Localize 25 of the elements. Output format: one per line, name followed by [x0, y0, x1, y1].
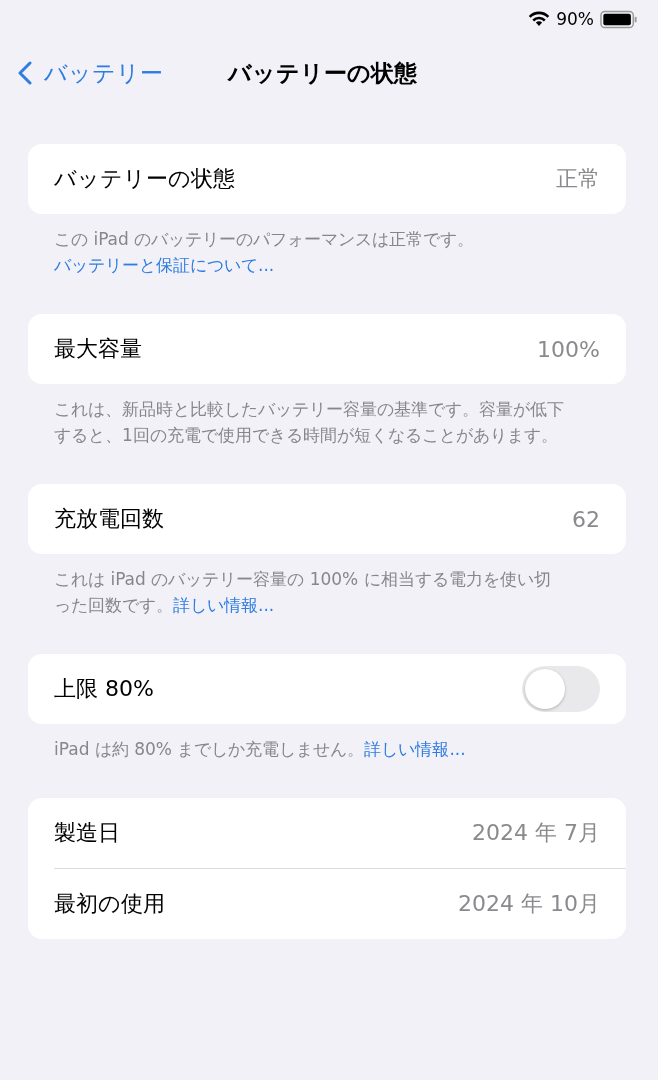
row-label: 充放電回数 [54, 505, 164, 533]
back-button[interactable]: バッテリー [0, 57, 163, 89]
row-value: 100% [537, 336, 600, 362]
wifi-icon [528, 11, 551, 27]
row-label: 上限 80% [54, 675, 154, 703]
footer-note: これは、新品時と比較したバッテリー容量の基準です。容量が低下すると、1回の充電で使用できる時間が短くなることがあります。 [54, 398, 565, 447]
footer-note: これは iPad のバッテリー容量の 100% に相当する電力を使い切った回数です。詳しい情報... [54, 568, 552, 617]
info-link[interactable]: 詳しい情報... [173, 595, 275, 615]
footer-note: iPad は約 80% までしか充電しません。詳しい情報... [54, 738, 467, 761]
row-value: 2024 年 7月 [472, 819, 600, 847]
toggle-switch[interactable] [522, 666, 600, 712]
row-label: 製造日 [54, 819, 120, 847]
footer-note: この iPad のバッテリーのパフォーマンスは正常です。 バッテリーと保証について... [54, 228, 476, 277]
back-chevron-icon [18, 61, 32, 85]
info-link[interactable]: バッテリーと保証について... [54, 255, 275, 275]
info-link[interactable]: 詳しい情報... [364, 739, 466, 759]
row-label: 最大容量 [54, 335, 142, 363]
battery-icon [600, 9, 638, 29]
row-value: 62 [572, 506, 600, 532]
page-title: バッテリーの状態 [228, 58, 417, 88]
row-label: バッテリーの状態 [54, 165, 235, 193]
battery-percentage: 90% [556, 9, 594, 29]
row-label: 最初の使用 [54, 890, 165, 918]
row-value: 正常 [556, 165, 600, 193]
row-value: 2024 年 10月 [458, 890, 600, 918]
